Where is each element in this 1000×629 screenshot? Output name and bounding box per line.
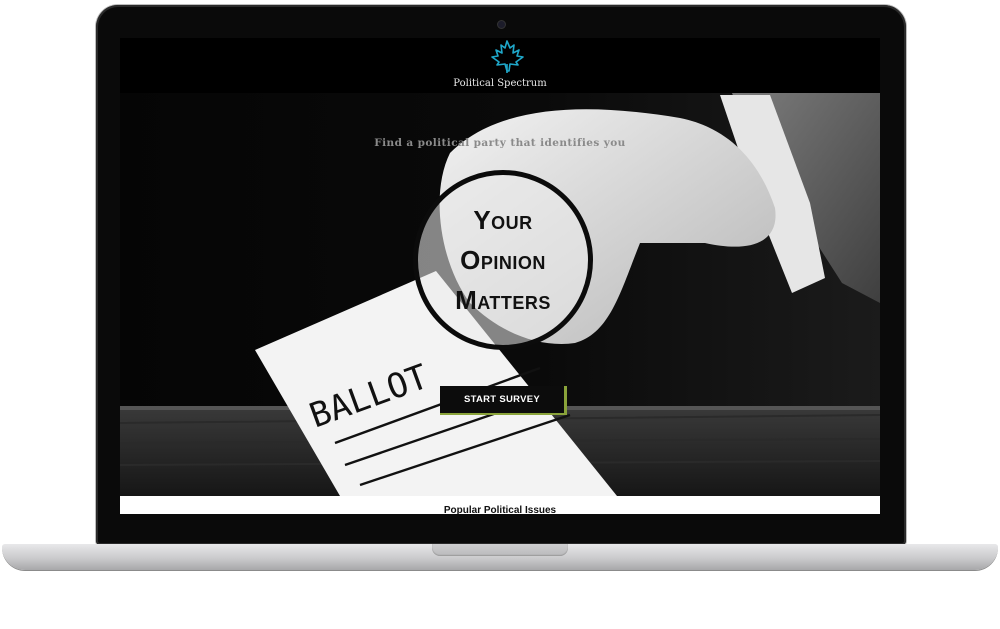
section-title: Popular Political Issues bbox=[443, 505, 557, 514]
webcam-icon bbox=[497, 20, 506, 29]
maple-leaf-icon[interactable] bbox=[489, 40, 525, 74]
start-survey-button[interactable]: START SURVEY bbox=[440, 386, 567, 415]
headline-line-2: Opinion bbox=[460, 245, 546, 275]
headline-line-3: Matters bbox=[455, 285, 551, 315]
brand-name[interactable]: Political Spectrum bbox=[120, 78, 880, 89]
site-header: Political Spectrum bbox=[120, 38, 880, 93]
headline-circle: Your Opinion Matters bbox=[413, 170, 593, 350]
laptop-notch bbox=[432, 544, 568, 556]
popular-issues-section: Popular Political Issues bbox=[120, 496, 880, 514]
screen: Political Spectrum BALLOT Find a politic… bbox=[120, 38, 880, 514]
hero-tagline: Find a political party that identifies y… bbox=[374, 137, 626, 149]
hero: BALLOT Find a political party that ident… bbox=[120, 93, 880, 496]
headline-line-1: Your bbox=[473, 205, 533, 235]
